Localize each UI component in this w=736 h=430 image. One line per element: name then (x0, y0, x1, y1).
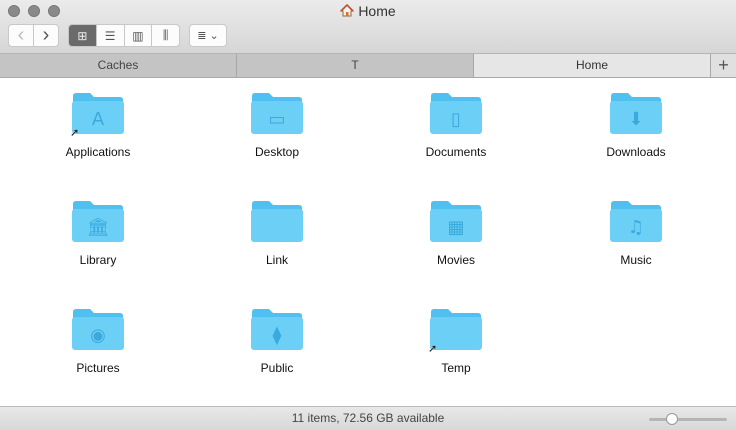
folder-label: Documents (425, 145, 487, 159)
folder-icon: ♫ (610, 201, 662, 242)
forward-button[interactable]: › (33, 24, 59, 47)
folder-icon: ▯ (430, 93, 482, 134)
window-title: Home (0, 3, 736, 19)
status-bar: 11 items, 72.56 GB available (0, 406, 736, 430)
status-text: 11 items, 72.56 GB available (291, 411, 445, 425)
folder-label: Applications (65, 145, 131, 159)
column-view-button[interactable]: ▥ (125, 25, 153, 46)
icon-view-button[interactable]: ⊞ (69, 25, 97, 46)
svg-text:⬇: ⬇ (628, 109, 643, 130)
folder-item[interactable]: ♫ Music (566, 198, 706, 267)
folder-item[interactable]: ▯ Documents (386, 90, 526, 159)
tab-home[interactable]: Home (474, 54, 711, 77)
folder-icon: ▦ (430, 201, 482, 242)
folder-label: Movies (436, 253, 475, 267)
back-button[interactable]: ‹ (8, 24, 34, 47)
home-icon (340, 4, 355, 17)
tab-t[interactable]: T (237, 54, 474, 77)
slider-knob[interactable] (665, 413, 678, 425)
folder-item[interactable]: ◉ Pictures (28, 306, 168, 375)
icon-size-slider[interactable] (649, 413, 727, 425)
tab-caches[interactable]: Caches (0, 54, 237, 77)
folder-label: Downloads (606, 145, 666, 159)
cover-flow-button[interactable]: ⫼ (152, 25, 179, 46)
folder-icon: ◉ (72, 309, 124, 350)
svg-text:◉: ◉ (90, 325, 106, 346)
list-icon: ☰ (104, 28, 116, 43)
back-icon: ‹ (17, 24, 25, 46)
new-tab-button[interactable]: + (711, 54, 736, 77)
folder-label: Public (260, 361, 294, 375)
svg-text:🏛: 🏛 (87, 217, 110, 238)
folder-item[interactable]: ➚ Temp (386, 306, 526, 375)
folder-icon (251, 201, 303, 242)
alias-arrow-icon: ➚ (70, 127, 80, 139)
folder-item[interactable]: 🏛 Library (28, 198, 168, 267)
columns-icon: ▥ (132, 28, 144, 43)
view-mode-selector: ⊞ ☰ ▥ ⫼ (68, 24, 180, 47)
svg-text:⧫: ⧫ (273, 325, 282, 346)
grid-icon: ⊞ (77, 28, 88, 43)
folder-item[interactable]: ▭ Desktop (207, 90, 347, 159)
folder-item[interactable]: ⧫ Public (207, 306, 347, 375)
svg-text:▯: ▯ (451, 109, 461, 130)
title-bar: Home ‹ › ⊞ ☰ ▥ ⫼ ≣ ⌄ (0, 0, 736, 54)
svg-text:♫: ♫ (628, 217, 644, 238)
folder-icon: ⧫ (251, 309, 303, 350)
folder-item[interactable]: A ➚ Applications (28, 90, 168, 159)
svg-text:▭: ▭ (268, 109, 285, 130)
forward-icon: › (42, 24, 50, 46)
alias-arrow-icon: ➚ (428, 343, 438, 355)
folder-item[interactable]: Link (207, 198, 347, 267)
window-title-text: Home (358, 3, 396, 19)
arrange-icon: ≣ ⌄ (197, 30, 219, 42)
folder-icon: 🏛 (72, 201, 124, 242)
folder-icon: ⬇ (610, 93, 662, 134)
folder-item[interactable]: ▦ Movies (386, 198, 526, 267)
folder-label: Desktop (254, 145, 300, 159)
folder-label: Link (265, 253, 288, 267)
folder-label: Pictures (76, 361, 120, 375)
folder-label: Temp (441, 361, 471, 375)
tab-bar: Caches T Home + (0, 54, 736, 78)
arrange-button[interactable]: ≣ ⌄ (189, 24, 227, 47)
svg-text:▦: ▦ (447, 217, 464, 238)
cover-flow-icon: ⫼ (162, 28, 169, 42)
folder-icon: ▭ (251, 93, 303, 134)
list-view-button[interactable]: ☰ (97, 25, 125, 46)
folder-label: Music (620, 253, 652, 267)
folder-item[interactable]: ⬇ Downloads (566, 90, 706, 159)
svg-text:A: A (92, 109, 105, 130)
folder-label: Library (79, 253, 117, 267)
